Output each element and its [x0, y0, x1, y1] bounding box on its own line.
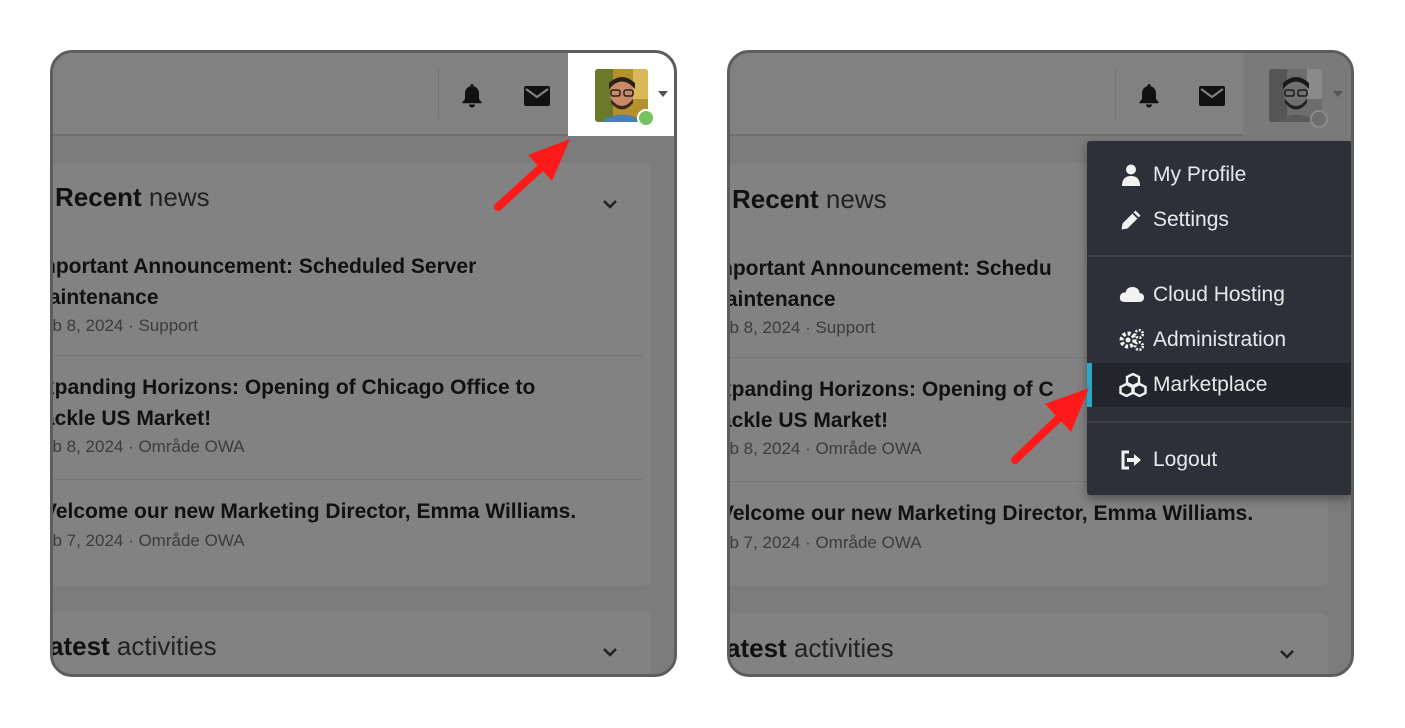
- news-meta: eb 8, 2024 · Område OWA: [727, 439, 922, 458]
- top-navbar: [53, 53, 674, 136]
- cogs-icon: [1119, 328, 1145, 352]
- menu-item-marketplace[interactable]: Marketplace: [1087, 363, 1351, 407]
- newspaper-icon: [50, 188, 51, 208]
- news-title[interactable]: Velcome our new Marketing Director, Emma…: [53, 496, 576, 527]
- sign-out-icon: [1119, 448, 1143, 472]
- chevron-down-icon: [658, 91, 668, 97]
- annotation-arrow: [494, 139, 570, 211]
- card-title: Recent news: [50, 182, 210, 213]
- card-title: atest activities: [727, 633, 894, 663]
- cubes-icon: [1119, 372, 1147, 398]
- list-item[interactable]: Velcome our new Marketing Director, Emma…: [50, 480, 643, 586]
- news-meta: eb 8, 2024 · Support: [727, 318, 876, 337]
- user-icon: [1119, 163, 1143, 187]
- bell-icon[interactable]: [460, 83, 484, 114]
- cloud-icon: [1119, 283, 1145, 307]
- bell-icon[interactable]: [1137, 83, 1161, 114]
- chevron-down-icon[interactable]: [1279, 646, 1295, 664]
- news-title-cont[interactable]: ackle US Market!: [730, 405, 888, 436]
- news-title-cont[interactable]: laintenance: [730, 284, 836, 315]
- list-item[interactable]: xpanding Horizons: Opening of Chicago Of…: [50, 356, 643, 480]
- menu-item-settings[interactable]: Settings: [1087, 198, 1351, 242]
- news-meta: eb 8, 2024 · Support: [50, 316, 199, 335]
- user-menu-toggle[interactable]: [1243, 53, 1351, 136]
- status-dot: [1310, 110, 1328, 128]
- card-title: atest activities: [50, 631, 217, 661]
- menu-item-administration[interactable]: Administration: [1087, 318, 1351, 362]
- latest-activities-card: atest activities: [727, 613, 1328, 674]
- list-item[interactable]: nportant Announcement: Scheduled Server …: [50, 243, 643, 356]
- annotation-arrow: [1011, 388, 1089, 464]
- menu-item-label: Marketplace: [1153, 373, 1268, 396]
- newspaper-icon: [727, 190, 728, 210]
- menu-item-logout[interactable]: Logout: [1087, 438, 1351, 482]
- news-meta: eb 8, 2024 · Område OWA: [50, 437, 245, 456]
- news-title[interactable]: Velcome our new Marketing Director, Emma…: [730, 498, 1253, 529]
- news-meta: eb 7, 2024 · Område OWA: [727, 533, 922, 552]
- navbar-divider: [438, 69, 439, 119]
- card-title: Recent news: [727, 184, 887, 215]
- menu-item-cloud-hosting[interactable]: Cloud Hosting: [1087, 273, 1351, 317]
- menu-item-label: Administration: [1153, 328, 1287, 351]
- news-title-cont[interactable]: laintenance: [53, 282, 159, 313]
- news-title[interactable]: xpanding Horizons: Opening of Chicago Of…: [53, 372, 535, 403]
- chevron-down-icon: [1333, 91, 1343, 97]
- menu-divider: [1087, 255, 1351, 257]
- screenshot-panel-left: Recent news nportant Announcement: Sched…: [50, 50, 677, 677]
- user-menu-toggle[interactable]: [568, 53, 674, 136]
- screenshot-panel-right: Recent news nportant Announcement: Sched…: [727, 50, 1354, 677]
- news-meta: eb 7, 2024 · Område OWA: [50, 531, 245, 550]
- chevron-down-icon[interactable]: [602, 196, 618, 214]
- envelope-icon[interactable]: [1199, 86, 1225, 111]
- menu-item-my-profile[interactable]: My Profile: [1087, 153, 1351, 197]
- menu-item-label: Settings: [1153, 208, 1229, 231]
- recent-news-card: Recent news nportant Announcement: Sched…: [50, 163, 651, 586]
- chevron-down-icon[interactable]: [602, 644, 618, 662]
- list-item[interactable]: Velcome our new Marketing Director, Emma…: [727, 482, 1320, 586]
- user-dropdown-menu: My Profile Settings Cloud Hosting Admini…: [1087, 141, 1351, 495]
- menu-item-label: Logout: [1153, 448, 1218, 471]
- navbar-divider: [1115, 69, 1116, 119]
- news-title[interactable]: nportant Announcement: Scheduled Server: [53, 251, 476, 282]
- menu-item-label: Cloud Hosting: [1153, 283, 1285, 306]
- menu-divider: [1087, 421, 1351, 423]
- menu-item-label: My Profile: [1153, 163, 1247, 186]
- top-navbar: [730, 53, 1351, 136]
- news-title-cont[interactable]: ackle US Market!: [53, 403, 211, 434]
- news-title[interactable]: nportant Announcement: Schedu: [730, 253, 1052, 284]
- latest-activities-card: atest activities: [50, 611, 651, 674]
- online-status-dot: [637, 109, 655, 127]
- pencil-icon: [1119, 208, 1143, 232]
- envelope-icon[interactable]: [524, 86, 550, 111]
